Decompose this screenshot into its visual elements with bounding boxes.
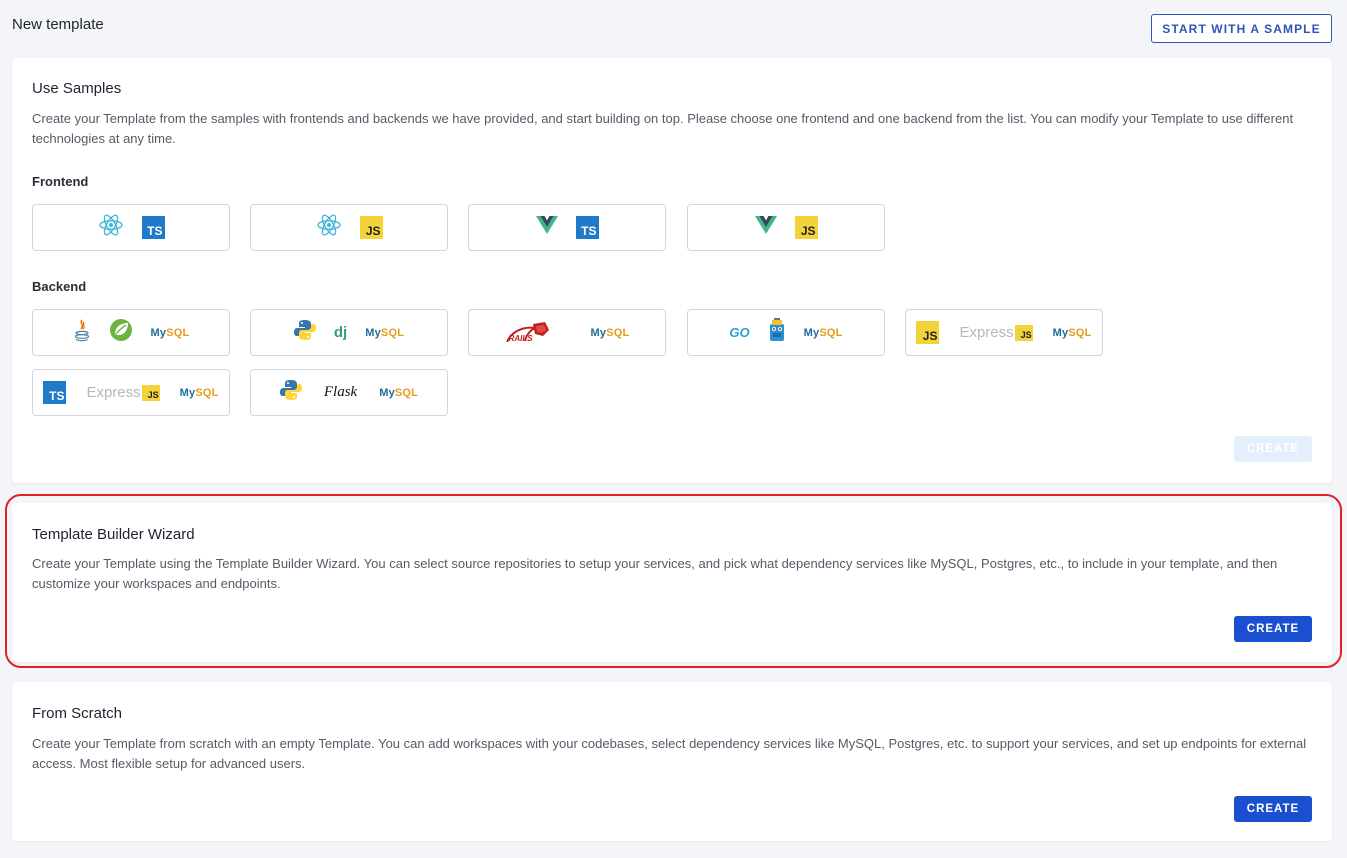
- mysql-my-text: My: [590, 326, 607, 339]
- javascript-icon: JS: [359, 216, 383, 239]
- from-scratch-card: From Scratch Create your Template from s…: [12, 682, 1332, 841]
- backend-option-js-express-mysql[interactable]: JS Express JS MySQL: [905, 309, 1103, 356]
- wizard-title: Template Builder Wizard: [32, 526, 195, 543]
- frontend-option-react-js[interactable]: JS: [250, 204, 448, 251]
- typescript-icon: TS: [43, 381, 67, 404]
- express-icon: Express JS: [86, 384, 160, 401]
- vue-icon: [754, 215, 777, 240]
- mysql-icon: MySQL: [365, 327, 404, 339]
- mysql-my-text: My: [803, 326, 820, 339]
- java-icon: [73, 318, 91, 347]
- mysql-icon: MySQL: [379, 387, 418, 399]
- start-with-sample-button[interactable]: START WITH A SAMPLE: [1151, 14, 1332, 43]
- mysql-sql-text: SQL: [1068, 326, 1092, 339]
- django-icon: dj: [333, 324, 348, 341]
- python-icon: [279, 379, 302, 406]
- wizard-create-button[interactable]: CREATE: [1234, 616, 1312, 642]
- use-samples-title: Use Samples: [32, 80, 122, 97]
- mysql-sql-text: SQL: [819, 326, 843, 339]
- mysql-icon: MySQL: [151, 327, 190, 339]
- wizard-description: Create your Template using the Template …: [32, 556, 1278, 591]
- mysql-icon: MySQL: [591, 327, 630, 339]
- template-builder-wizard-card: Template Builder Wizard Create your Temp…: [12, 503, 1332, 662]
- frontend-option-react-ts[interactable]: TS: [32, 204, 230, 251]
- frontend-option-vue-ts[interactable]: TS: [468, 204, 666, 251]
- mysql-my-text: My: [379, 386, 395, 399]
- express-icon: Express JS: [959, 324, 1033, 341]
- go-icon: GO: [729, 325, 750, 340]
- mysql-my-text: My: [179, 386, 196, 399]
- mysql-my-text: My: [150, 326, 167, 339]
- mysql-icon: MySQL: [804, 327, 843, 339]
- backend-option-python-django-mysql[interactable]: dj MySQL: [250, 309, 448, 356]
- flask-icon: Flask: [323, 384, 358, 400]
- express-js-text: JS: [1014, 324, 1033, 341]
- mysql-sql-text: SQL: [394, 386, 419, 399]
- rails-icon: RAILS: [505, 320, 551, 346]
- scratch-description: Create your Template from scratch with a…: [32, 736, 1307, 771]
- rails-text: RAILS: [508, 333, 533, 343]
- backend-option-java-spring-mysql[interactable]: MySQL: [32, 309, 230, 356]
- typescript-icon: TS: [141, 216, 165, 239]
- vue-icon: [535, 215, 558, 240]
- backend-label: Backend: [32, 279, 87, 294]
- express-js-text: JS: [141, 384, 160, 401]
- use-samples-card: Use Samples Create your Template from th…: [12, 58, 1332, 483]
- mysql-icon: MySQL: [180, 387, 219, 399]
- gopher-icon: [768, 318, 786, 347]
- mysql-sql-text: SQL: [380, 326, 405, 339]
- frontend-option-vue-js[interactable]: JS: [687, 204, 885, 251]
- page-title: New template: [12, 16, 104, 33]
- javascript-icon: JS: [916, 321, 940, 344]
- typescript-icon: TS: [575, 216, 599, 239]
- express-text: Express: [959, 324, 1014, 341]
- backend-option-go-mysql[interactable]: GO MySQL: [687, 309, 885, 356]
- javascript-icon: JS: [794, 216, 818, 239]
- mysql-sql-text: SQL: [166, 326, 190, 339]
- mysql-sql-text: SQL: [606, 326, 630, 339]
- backend-option-ts-express-mysql[interactable]: TS Express JS MySQL: [32, 369, 230, 416]
- scratch-create-button[interactable]: CREATE: [1234, 796, 1312, 822]
- mysql-my-text: My: [365, 326, 381, 339]
- frontend-label: Frontend: [32, 174, 89, 189]
- mysql-my-text: My: [1052, 326, 1069, 339]
- react-icon: [98, 213, 124, 242]
- use-samples-description: Create your Template from the samples wi…: [32, 111, 1294, 146]
- react-icon: [316, 213, 342, 242]
- samples-create-button[interactable]: CREATE: [1234, 436, 1312, 462]
- express-text: Express: [86, 384, 141, 401]
- mysql-sql-text: SQL: [195, 386, 219, 399]
- scratch-title: From Scratch: [32, 705, 123, 722]
- spring-icon: [109, 318, 133, 347]
- backend-option-python-flask-mysql[interactable]: Flask MySQL: [250, 369, 448, 416]
- mysql-icon: MySQL: [1053, 327, 1092, 339]
- python-icon: [293, 319, 316, 346]
- backend-option-rails-mysql[interactable]: RAILS MySQL: [468, 309, 666, 356]
